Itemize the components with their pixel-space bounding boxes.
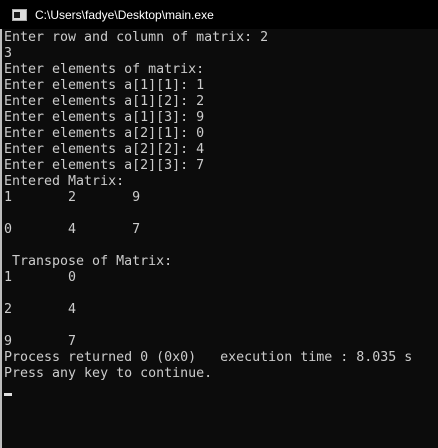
console-line: Process returned 0 (0x0) execution time …	[4, 350, 413, 365]
console-line: 1 2 9	[4, 190, 141, 205]
console-line: Enter row and column of matrix: 2	[4, 30, 269, 45]
console-line: Enter elements a[2][3]: 7	[4, 158, 205, 173]
console-line: Transpose of Matrix:	[4, 254, 173, 269]
console-line: Enter elements a[1][3]: 9	[4, 110, 205, 125]
window-border	[0, 0, 2, 448]
console-line: Enter elements a[2][2]: 4	[4, 142, 205, 157]
console-line: Enter elements of matrix:	[4, 62, 205, 77]
window-title: C:\Users\fadye\Desktop\main.exe	[35, 7, 214, 22]
console-output[interactable]: Enter row and column of matrix: 2 3 Enter …	[4, 30, 412, 382]
console-line: 3	[4, 46, 13, 61]
console-line: Enter elements a[2][1]: 0	[4, 126, 205, 141]
console-line: Enter elements a[1][1]: 1	[4, 78, 205, 93]
console-line: Entered Matrix:	[4, 174, 125, 189]
console-app-icon	[12, 8, 27, 21]
console-line: Enter elements a[1][2]: 2	[4, 94, 205, 109]
title-bar[interactable]: C:\Users\fadye\Desktop\main.exe	[0, 0, 438, 29]
console-line: 0 4 7	[4, 222, 141, 237]
console-line: 9 7	[4, 334, 77, 349]
console-line: Press any key to continue.	[4, 366, 213, 381]
console-line: 2 4	[4, 302, 77, 317]
text-cursor	[4, 393, 12, 396]
console-line: 1 0	[4, 270, 77, 285]
